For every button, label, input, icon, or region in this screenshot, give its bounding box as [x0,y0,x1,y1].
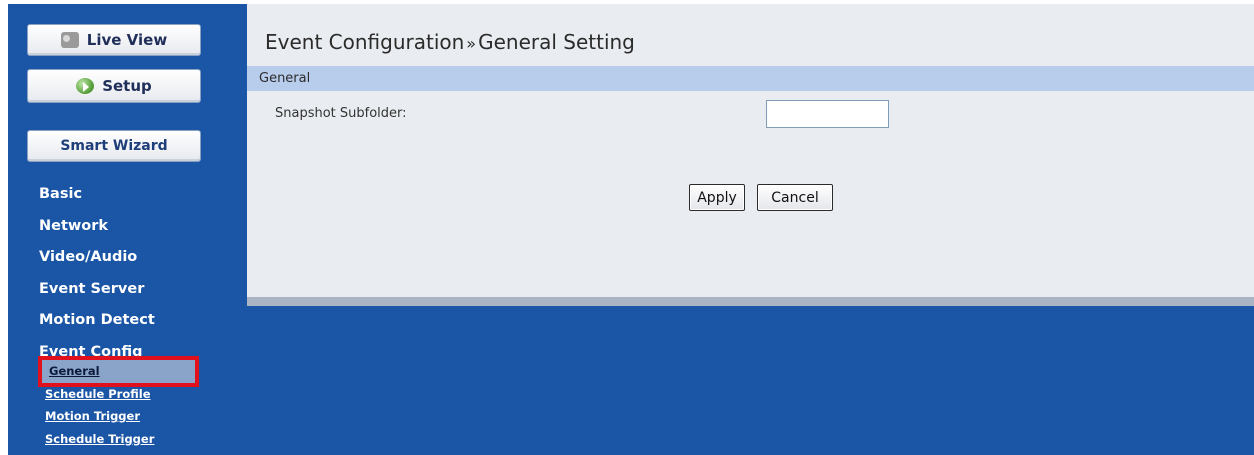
sidebar-item-video-audio[interactable]: Video/Audio [39,242,155,274]
sidebar-item-network[interactable]: Network [39,211,155,243]
panel-bottom-border [247,297,1254,306]
snapshot-subfolder-label: Snapshot Subfolder: [275,106,407,121]
live-view-button[interactable]: Live View [27,24,201,56]
live-view-label: Live View [86,31,168,49]
submenu-item-schedule-profile[interactable]: Schedule Profile [45,383,195,406]
sidebar-nav: Basic Network Video/Audio Event Server M… [39,179,155,368]
content-panel: Event Configuration» General Setting Gene… [247,4,1254,297]
submenu-item-schedule-trigger[interactable]: Schedule Trigger [45,428,195,451]
sidebar-item-basic[interactable]: Basic [39,179,155,211]
submenu-item-motion-trigger[interactable]: Motion Trigger [45,405,195,428]
sidebar-item-event-server[interactable]: Event Server [39,274,155,306]
setup-label: Setup [102,77,152,95]
camera-icon [60,32,79,48]
cancel-button[interactable]: Cancel [757,184,833,211]
page-title-main: Event Configuration [265,30,465,54]
setup-icon [76,78,95,94]
page-title: Event Configuration» General Setting [265,30,635,54]
sidebar: Live View Setup Smart Wizard Basic Netwo… [8,4,245,455]
smart-wizard-button[interactable]: Smart Wizard [27,130,201,162]
event-config-submenu: General Schedule Profile Motion Trigger … [38,356,199,451]
apply-button[interactable]: Apply [689,184,745,211]
setup-button[interactable]: Setup [27,69,201,103]
page-title-sub: General Setting [478,30,635,54]
section-header: General [247,66,1254,91]
snapshot-subfolder-input[interactable] [766,100,889,128]
breadcrumb-separator: » [466,34,477,53]
smart-wizard-label: Smart Wizard [60,138,168,154]
submenu-item-general[interactable]: General [38,356,199,387]
sidebar-item-motion-detect[interactable]: Motion Detect [39,305,155,337]
